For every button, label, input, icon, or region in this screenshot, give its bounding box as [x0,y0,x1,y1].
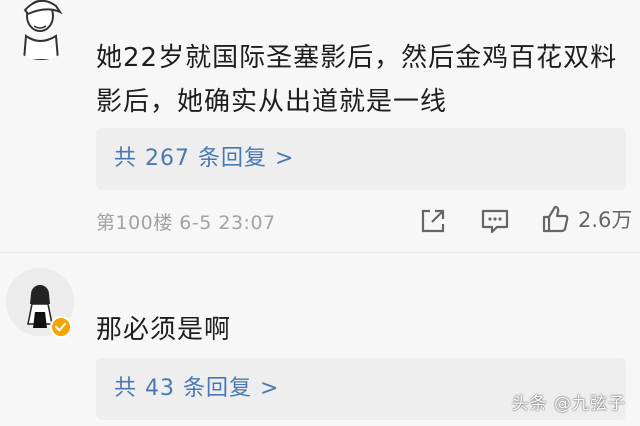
watermark: 头条 @九弦子 [511,394,626,414]
reply-box-1[interactable]: 共 267 条回复 > [96,128,626,190]
verified-badge [50,316,72,338]
share-button[interactable] [418,206,448,236]
comment-icon [481,209,509,234]
comment-text-2: 那必须是啊 [96,315,232,345]
like-count: 2.6万 [578,208,633,232]
user-avatar-1[interactable] [6,0,76,60]
comment-item-1: 她22岁就国际圣塞影后，然后金鸡百花双料 影后，她确实从出道就是一线 共 267… [0,0,640,250]
view-replies-link-2[interactable]: 共 43 条回复 > [114,358,279,420]
share-icon [421,209,445,233]
comment-divider [0,252,640,253]
avatar-drawing [22,0,63,60]
thumbs-up-icon [542,205,569,233]
floor-time: 第100楼 6-5 23:07 [96,212,276,234]
verified-badge-icon [55,322,67,332]
comment-text-line1: 她22岁就国际圣塞影后，然后金鸡百花双料 [96,43,618,73]
view-replies-link-1[interactable]: 共 267 条回复 > [114,128,294,190]
comment-text-1: 她22岁就国际圣塞影后，然后金鸡百花双料 影后，她确实从出道就是一线 [96,36,634,124]
like-button[interactable]: 2.6万 [540,204,632,234]
comment-text-line2: 影后，她确实从出道就是一线 [96,87,448,117]
comment-button[interactable] [480,206,510,236]
